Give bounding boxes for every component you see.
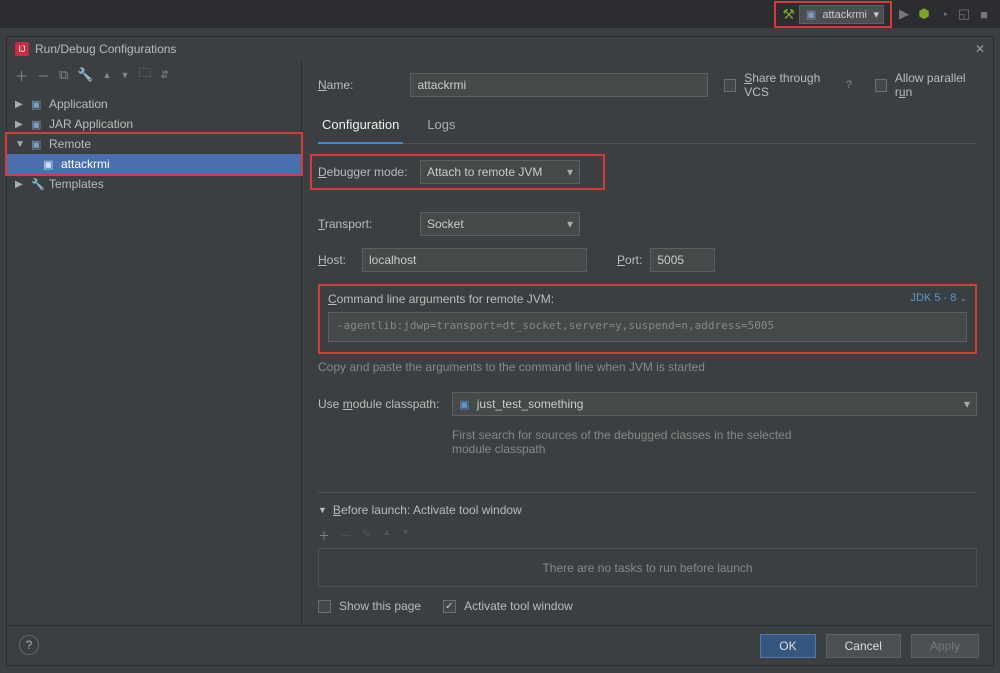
help-button[interactable]: ?	[19, 635, 39, 655]
task-list-empty: There are no tasks to run before launch	[542, 561, 752, 575]
stop-icon[interactable]: ■	[976, 6, 992, 22]
cancel-button[interactable]: Cancel	[826, 634, 901, 658]
activate-tool-label: Activate tool window	[464, 599, 573, 613]
config-tree-panel: ＋ － ⧉ 🔧 ▲ ▼ 🗀 ⇵ ▶▣ Application ▶▣ JAR Ap…	[7, 61, 302, 625]
highlight-toolbar-region: ⚒ ▣ attackrmi	[774, 1, 892, 28]
dialog-title: Run/Debug Configurations	[35, 42, 176, 56]
name-label: Name:	[318, 78, 402, 92]
host-label: Host:	[318, 253, 354, 267]
task-toolbar: ＋ － ✎ ▲ ▼	[318, 523, 977, 548]
coverage-icon[interactable]: ◔	[936, 6, 952, 22]
edit-task-icon[interactable]: ✎	[362, 527, 372, 544]
debugger-mode-dropdown[interactable]: Attach to remote JVM	[420, 160, 580, 184]
copy-icon[interactable]: ⧉	[59, 67, 68, 83]
cmdline-help-text: Copy and paste the arguments to the comm…	[318, 360, 977, 374]
debugger-mode-value: Attach to remote JVM	[427, 165, 542, 179]
down-task-icon[interactable]: ▼	[401, 527, 410, 544]
module-icon: ▣	[459, 399, 469, 411]
help-icon[interactable]: ?	[846, 79, 852, 91]
parallel-run-checkbox[interactable]	[875, 79, 887, 92]
build-icon[interactable]: ⚒	[782, 6, 795, 23]
tree-node-templates[interactable]: ▶🔧 Templates	[7, 174, 301, 194]
tab-configuration[interactable]: Configuration	[318, 111, 403, 144]
tree-label: attackrmi	[61, 157, 110, 171]
tree-node-remote[interactable]: ▼▣ Remote	[7, 134, 301, 154]
tree-node-application[interactable]: ▶▣ Application	[7, 94, 301, 114]
expand-icon[interactable]: ⇵	[160, 70, 168, 81]
share-vcs-checkbox[interactable]	[724, 79, 736, 92]
divider	[318, 492, 977, 493]
module-help-text: First search for sources of the debugged…	[452, 428, 812, 456]
highlight-debugger-mode: Debugger mode: Attach to remote JVM	[310, 154, 605, 190]
profiler-icon[interactable]: ◱	[956, 6, 972, 22]
name-input[interactable]	[410, 73, 708, 97]
folder-icon[interactable]: 🗀	[138, 64, 151, 86]
tab-logs[interactable]: Logs	[423, 111, 459, 143]
config-tabs: Configuration Logs	[318, 111, 977, 144]
port-label: Port:	[617, 253, 642, 267]
up-icon[interactable]: ▲	[103, 70, 112, 80]
config-editor-panel: Name: Share through VCS ? Allow parallel…	[302, 61, 993, 625]
before-launch-label: Before launch: Activate tool window	[333, 503, 522, 517]
module-classpath-dropdown[interactable]: ▣ just_test_something	[452, 392, 977, 416]
remove-icon[interactable]: －	[37, 66, 50, 85]
parallel-run-label: Allow parallel run	[895, 71, 977, 99]
close-icon[interactable]: ✕	[975, 42, 985, 56]
highlight-remote-tree: ▼▣ Remote ▣ attackrmi	[5, 132, 303, 176]
port-input[interactable]	[650, 248, 715, 272]
task-list: There are no tasks to run before launch	[318, 548, 977, 587]
activate-tool-checkbox[interactable]	[443, 600, 456, 613]
cmdline-textarea[interactable]: -agentlib:jdwp=transport=dt_socket,serve…	[328, 312, 967, 342]
run-config-name: attackrmi	[822, 9, 867, 21]
tree-label: Remote	[49, 137, 91, 151]
module-classpath-label: Use module classpath:	[318, 397, 444, 411]
tree-label: JAR Application	[49, 117, 133, 131]
jdk-version-link[interactable]: JDK 5 - 8 ⌄	[911, 292, 967, 306]
transport-value: Socket	[427, 217, 464, 231]
tree-label: Application	[49, 97, 108, 111]
run-config-selector[interactable]: ▣ attackrmi	[799, 5, 884, 24]
config-tree-toolbar: ＋ － ⧉ 🔧 ▲ ▼ 🗀 ⇵	[7, 61, 301, 90]
tree-node-attackrmi[interactable]: ▣ attackrmi	[7, 154, 301, 174]
cmdline-label: Command line arguments for remote JVM:	[328, 292, 554, 306]
down-icon[interactable]: ▼	[120, 70, 129, 80]
module-value: just_test_something	[477, 397, 584, 411]
remove-task-icon[interactable]: －	[340, 527, 352, 544]
tree-label: Templates	[49, 177, 104, 191]
tree-node-jar-application[interactable]: ▶▣ JAR Application	[7, 114, 301, 134]
remote-config-icon: ▣	[806, 9, 816, 21]
dialog-footer: OK Cancel Apply	[7, 625, 993, 665]
debug-icon[interactable]: ⬢	[916, 6, 932, 22]
debugger-mode-label: Debugger mode:	[318, 165, 412, 179]
wrench-icon[interactable]: 🔧	[77, 67, 93, 83]
expand-triangle-icon: ▼	[318, 505, 327, 515]
dialog-title-bar: IJ Run/Debug Configurations ✕	[7, 37, 993, 61]
apply-button[interactable]: Apply	[911, 634, 979, 658]
run-debug-dialog: IJ Run/Debug Configurations ✕ ＋ － ⧉ 🔧 ▲ …	[6, 36, 994, 666]
before-launch-header[interactable]: ▼ Before launch: Activate tool window	[318, 503, 977, 517]
add-task-icon[interactable]: ＋	[318, 527, 330, 544]
add-icon[interactable]: ＋	[15, 66, 28, 85]
highlight-cmdline-section: Command line arguments for remote JVM: J…	[318, 284, 977, 354]
config-tree: ▶▣ Application ▶▣ JAR Application ▼▣ Rem…	[7, 90, 301, 198]
show-page-checkbox[interactable]	[318, 600, 331, 613]
show-page-label: Show this page	[339, 599, 421, 613]
intellij-icon: IJ	[15, 42, 29, 56]
up-task-icon[interactable]: ▲	[382, 527, 391, 544]
ide-main-toolbar: ⚒ ▣ attackrmi ▶ ⬢ ◔ ◱ ■	[0, 0, 1000, 28]
host-input[interactable]	[362, 248, 587, 272]
ok-button[interactable]: OK	[760, 634, 815, 658]
transport-dropdown[interactable]: Socket	[420, 212, 580, 236]
transport-label: Transport:	[318, 217, 412, 231]
run-icon[interactable]: ▶	[896, 6, 912, 22]
share-vcs-label: Share through VCS	[744, 71, 838, 99]
